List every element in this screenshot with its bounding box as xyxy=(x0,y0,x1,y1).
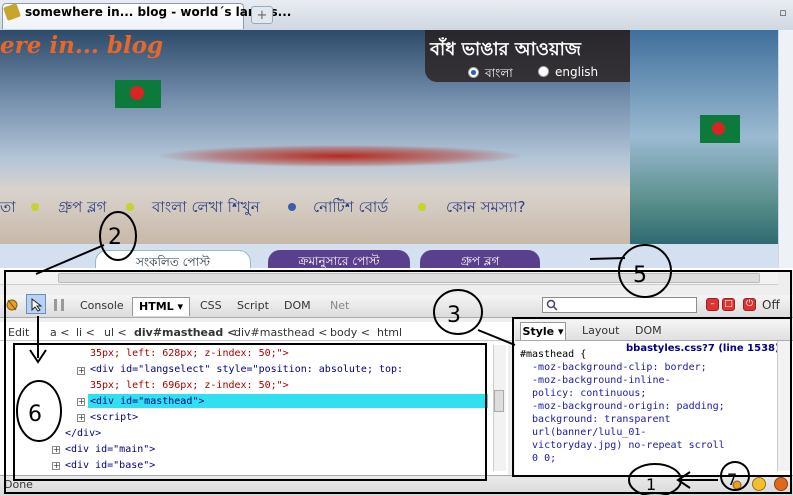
annotation-number: 2 xyxy=(108,225,122,250)
annotation-number: 7 xyxy=(727,470,737,489)
annotation-box xyxy=(512,317,792,477)
annotation-layer: 2 5 3 6 1 7 xyxy=(4,211,792,495)
annotation-line xyxy=(477,329,516,346)
annotation-box xyxy=(13,343,487,481)
annotation-line xyxy=(35,244,105,275)
annotation-number: 1 xyxy=(646,475,656,494)
annotation-number: 3 xyxy=(447,303,461,328)
annotation-number: 6 xyxy=(28,402,42,427)
annotation-line xyxy=(589,257,626,260)
annotation-box xyxy=(4,270,792,494)
annotation-number: 5 xyxy=(633,263,647,288)
